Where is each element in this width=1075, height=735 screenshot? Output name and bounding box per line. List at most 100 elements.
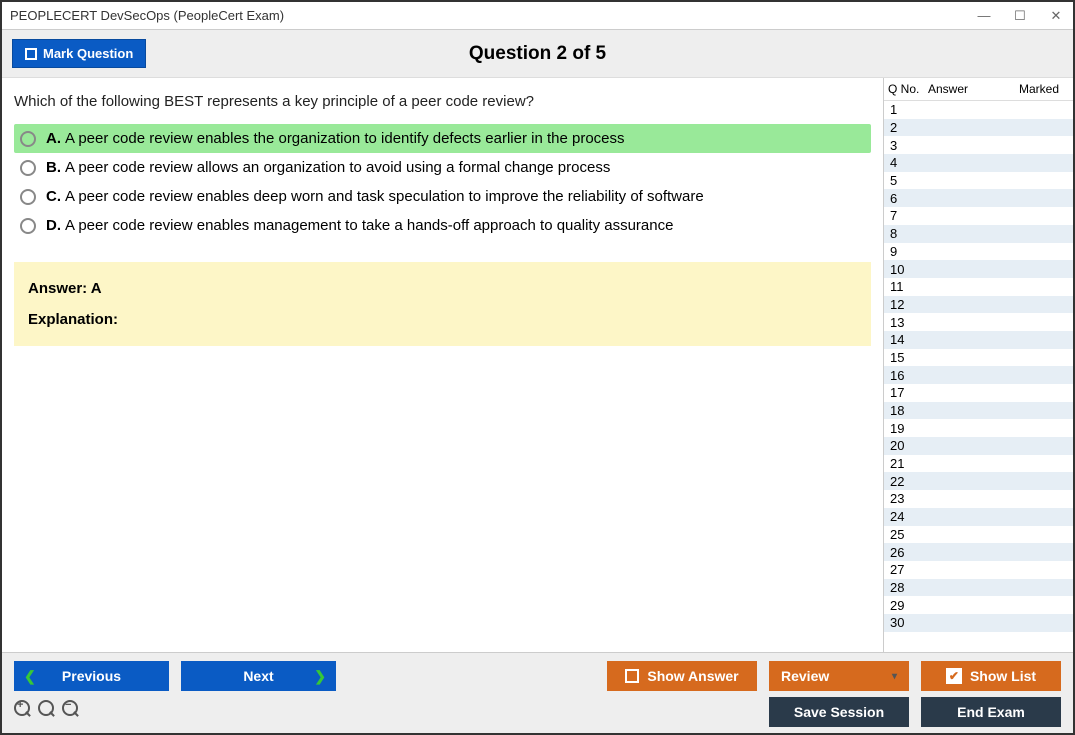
row-qno: 26: [890, 545, 930, 560]
question-row[interactable]: 25: [884, 526, 1073, 544]
row-qno: 29: [890, 598, 930, 613]
question-row[interactable]: 7: [884, 207, 1073, 225]
row-qno: 27: [890, 562, 930, 577]
review-label: Review: [781, 668, 829, 684]
option-a[interactable]: A.A peer code review enables the organiz…: [14, 124, 871, 153]
window-title: PEOPLECERT DevSecOps (PeopleCert Exam): [10, 8, 284, 23]
question-row[interactable]: 20: [884, 437, 1073, 455]
row-qno: 18: [890, 403, 930, 418]
question-row[interactable]: 29: [884, 596, 1073, 614]
question-row[interactable]: 28: [884, 579, 1073, 597]
next-button[interactable]: Next ❯: [181, 661, 336, 691]
footer-row-2: + − Save Session End Exam: [14, 697, 1061, 727]
question-row[interactable]: 9: [884, 243, 1073, 261]
row-qno: 17: [890, 385, 930, 400]
row-qno: 24: [890, 509, 930, 524]
question-row[interactable]: 18: [884, 402, 1073, 420]
question-list-sidebar: Q No. Answer Marked 12345678910111213141…: [883, 78, 1073, 652]
option-text: A peer code review enables the organizat…: [65, 130, 625, 147]
window-controls: — ☐ ✕: [975, 8, 1065, 24]
row-qno: 25: [890, 527, 930, 542]
option-letter: C.: [46, 188, 61, 205]
row-qno: 8: [890, 226, 930, 241]
answer-label: Answer: A: [28, 280, 857, 297]
option-text: A peer code review enables deep worn and…: [65, 188, 704, 205]
row-qno: 14: [890, 332, 930, 347]
question-row[interactable]: 12: [884, 296, 1073, 314]
row-qno: 9: [890, 244, 930, 259]
option-c[interactable]: C.A peer code review enables deep worn a…: [14, 182, 871, 211]
radio-icon: [20, 218, 36, 234]
row-qno: 1: [890, 102, 930, 117]
row-qno: 28: [890, 580, 930, 595]
question-row[interactable]: 3: [884, 136, 1073, 154]
end-exam-label: End Exam: [957, 704, 1025, 720]
question-row[interactable]: 11: [884, 278, 1073, 296]
option-letter: D.: [46, 217, 61, 234]
row-qno: 4: [890, 155, 930, 170]
previous-button[interactable]: ❮ Previous: [14, 661, 169, 691]
body: Which of the following BEST represents a…: [2, 78, 1073, 652]
question-text: Which of the following BEST represents a…: [14, 93, 871, 110]
question-row[interactable]: 17: [884, 384, 1073, 402]
option-d[interactable]: D.A peer code review enables management …: [14, 211, 871, 240]
zoom-reset-icon[interactable]: [38, 700, 56, 724]
row-qno: 19: [890, 421, 930, 436]
row-qno: 6: [890, 191, 930, 206]
question-row[interactable]: 2: [884, 119, 1073, 137]
question-row[interactable]: 13: [884, 313, 1073, 331]
row-qno: 13: [890, 315, 930, 330]
show-answer-label: Show Answer: [647, 668, 738, 684]
question-row[interactable]: 10: [884, 260, 1073, 278]
question-row[interactable]: 4: [884, 154, 1073, 172]
row-qno: 11: [890, 279, 930, 294]
question-row[interactable]: 21: [884, 455, 1073, 473]
question-row[interactable]: 8: [884, 225, 1073, 243]
answer-box: Answer: A Explanation:: [14, 262, 871, 346]
checkbox-checked-icon: ✔: [946, 668, 962, 684]
question-row[interactable]: 1: [884, 101, 1073, 119]
show-list-button[interactable]: ✔ Show List: [921, 661, 1061, 691]
zoom-controls: + −: [14, 700, 80, 724]
question-row[interactable]: 5: [884, 172, 1073, 190]
question-row[interactable]: 30: [884, 614, 1073, 632]
footer-row-1: ❮ Previous Next ❯ Show Answer Review ▾ ✔…: [14, 661, 1061, 691]
previous-label: Previous: [62, 668, 121, 684]
question-row[interactable]: 15: [884, 349, 1073, 367]
checkbox-icon: [25, 48, 37, 60]
question-row[interactable]: 26: [884, 543, 1073, 561]
question-row[interactable]: 14: [884, 331, 1073, 349]
zoom-in-icon[interactable]: +: [14, 700, 32, 724]
radio-icon: [20, 189, 36, 205]
row-qno: 7: [890, 208, 930, 223]
close-icon[interactable]: ✕: [1047, 8, 1065, 24]
option-letter: B.: [46, 159, 61, 176]
option-text: A peer code review enables management to…: [65, 217, 673, 234]
option-b[interactable]: B.A peer code review allows an organizat…: [14, 153, 871, 182]
save-session-button[interactable]: Save Session: [769, 697, 909, 727]
row-qno: 2: [890, 120, 930, 135]
question-row[interactable]: 19: [884, 419, 1073, 437]
app-window: PEOPLECERT DevSecOps (PeopleCert Exam) —…: [0, 0, 1075, 735]
sidebar-rows[interactable]: 1234567891011121314151617181920212223242…: [884, 101, 1073, 652]
zoom-out-icon[interactable]: −: [62, 700, 80, 724]
show-answer-button[interactable]: Show Answer: [607, 661, 757, 691]
row-qno: 5: [890, 173, 930, 188]
minimize-icon[interactable]: —: [975, 8, 993, 24]
question-row[interactable]: 24: [884, 508, 1073, 526]
review-dropdown[interactable]: Review ▾: [769, 661, 909, 691]
question-row[interactable]: 6: [884, 189, 1073, 207]
question-row[interactable]: 27: [884, 561, 1073, 579]
end-exam-button[interactable]: End Exam: [921, 697, 1061, 727]
row-qno: 3: [890, 138, 930, 153]
sidebar-header: Q No. Answer Marked: [884, 78, 1073, 101]
row-qno: 10: [890, 262, 930, 277]
question-row[interactable]: 16: [884, 366, 1073, 384]
main-panel: Which of the following BEST represents a…: [2, 78, 883, 652]
question-row[interactable]: 22: [884, 472, 1073, 490]
next-label: Next: [243, 668, 273, 684]
save-session-label: Save Session: [794, 704, 884, 720]
maximize-icon[interactable]: ☐: [1011, 8, 1029, 24]
mark-question-button[interactable]: Mark Question: [12, 39, 146, 68]
question-row[interactable]: 23: [884, 490, 1073, 508]
